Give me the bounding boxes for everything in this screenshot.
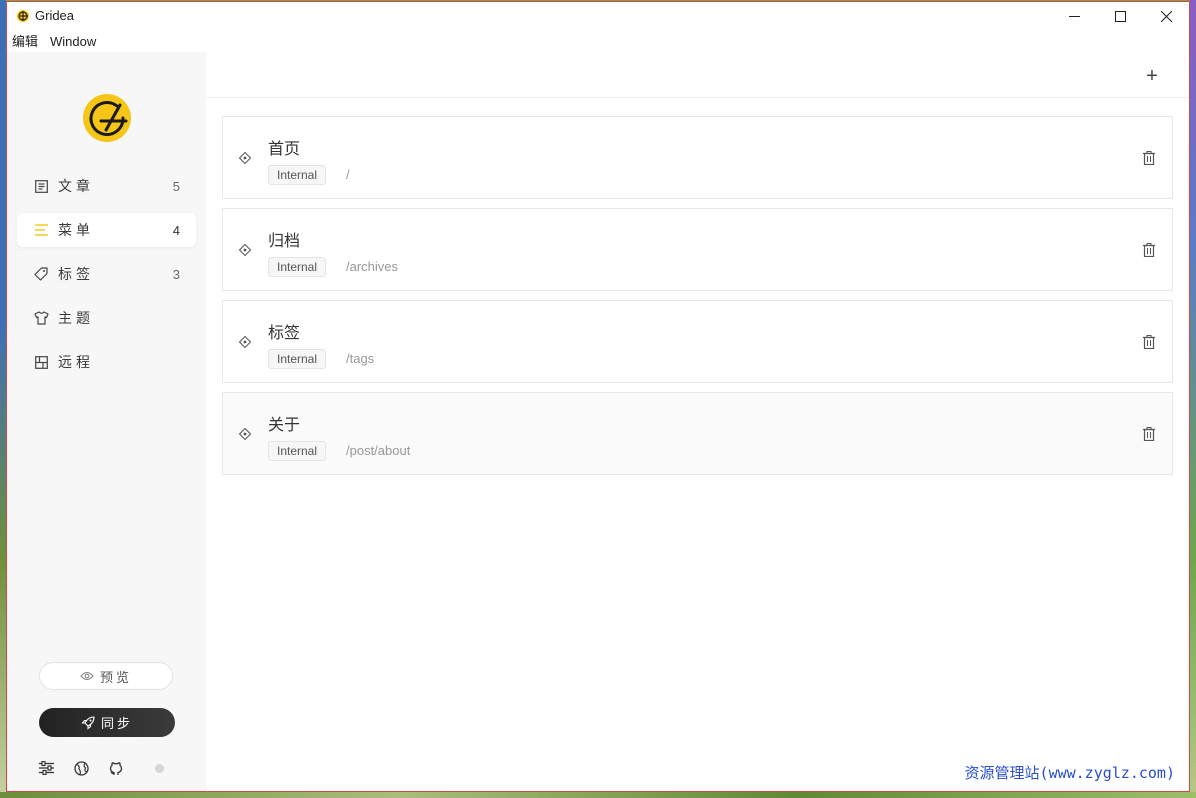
sidebar-item-theme[interactable]: 主题	[17, 301, 196, 335]
minimize-button[interactable]	[1051, 2, 1097, 30]
tag-icon	[33, 266, 49, 282]
menu-icon	[33, 222, 49, 238]
sidebar-item-count: 5	[172, 178, 180, 194]
desktop-background-bottom	[0, 792, 1196, 798]
trash-icon[interactable]	[1142, 243, 1156, 257]
preview-label: 预览	[99, 669, 132, 685]
desktop-background-right	[1190, 0, 1196, 798]
menu-name: 归档	[268, 233, 301, 250]
sidebar-item-label: 远程	[58, 354, 94, 370]
sync-label: 同步	[100, 716, 133, 731]
menu-type-badge: Internal	[268, 441, 327, 461]
document-icon	[33, 178, 49, 194]
trash-icon[interactable]	[1142, 427, 1156, 441]
tshirt-icon	[33, 310, 49, 326]
sync-button[interactable]: 同步	[39, 708, 175, 737]
menu-card[interactable]: 归档 Internal /archives	[222, 208, 1173, 291]
minimize-icon	[1068, 15, 1080, 17]
sidebar-item-count: 3	[172, 266, 180, 282]
sidebar-item-articles[interactable]: 文章 5	[17, 169, 196, 203]
menu-card[interactable]: 关于 Internal /post/about	[222, 392, 1173, 475]
menu-card[interactable]: 标签 Internal /tags	[222, 300, 1173, 383]
sidebar-footer	[37, 759, 164, 777]
menu-name: 关于	[268, 417, 301, 434]
maximize-button[interactable]	[1097, 2, 1143, 30]
close-button[interactable]	[1143, 2, 1189, 30]
trash-icon[interactable]	[1142, 335, 1156, 349]
menu-type-badge: Internal	[268, 165, 327, 185]
sidebar-item-menus[interactable]: 菜单 4	[17, 213, 196, 247]
drag-handle-icon[interactable]	[239, 428, 251, 440]
status-indicator	[155, 763, 164, 773]
globe-icon[interactable]	[72, 759, 90, 777]
sidebar-item-label: 标签	[58, 266, 94, 282]
menu-type-badge: Internal	[268, 349, 327, 369]
drag-handle-icon[interactable]	[239, 152, 251, 164]
menu-name: 首页	[268, 141, 301, 158]
plus-icon: +	[1146, 65, 1158, 87]
watermark-text: 资源管理站(www.zyglz.com)	[964, 764, 1175, 782]
menu-link: /post/about	[346, 443, 411, 458]
menu-card[interactable]: 首页 Internal /	[222, 116, 1173, 199]
menu-link: /	[346, 167, 350, 182]
trash-icon[interactable]	[1142, 151, 1156, 165]
github-icon[interactable]	[107, 759, 125, 777]
add-menu-button[interactable]: +	[1142, 66, 1162, 86]
menu-window[interactable]: Window	[50, 31, 96, 53]
eye-icon	[80, 671, 94, 681]
title-bar: Gridea	[7, 2, 1189, 30]
sidebar-item-tags[interactable]: 标签 3	[17, 257, 196, 291]
sidebar-item-remote[interactable]: 远程	[17, 345, 196, 379]
app-window: Gridea 编辑 Window 文章 5 菜单 4 标签 3 主题 远程 预览…	[6, 1, 1190, 792]
menu-type-badge: Internal	[268, 257, 327, 277]
main-content: + 首页 Internal / 归档 Internal /archives 标签…	[206, 52, 1189, 791]
rocket-icon	[81, 715, 95, 730]
settings-icon[interactable]	[37, 759, 55, 777]
menu-link: /archives	[346, 259, 399, 274]
sidebar-item-label: 文章	[58, 178, 94, 194]
gridea-app-icon	[17, 10, 29, 22]
window-title: Gridea	[35, 8, 75, 23]
sidebar-item-label: 主题	[58, 310, 94, 326]
menu-bar: 编辑 Window	[7, 31, 96, 53]
gridea-logo	[83, 94, 131, 142]
maximize-icon	[1114, 10, 1126, 22]
main-toolbar: +	[206, 52, 1189, 98]
sidebar: 文章 5 菜单 4 标签 3 主题 远程 预览 同步	[7, 52, 206, 791]
menu-edit[interactable]: 编辑	[12, 31, 38, 53]
drag-handle-icon[interactable]	[239, 244, 251, 256]
drag-handle-icon[interactable]	[239, 336, 251, 348]
menu-link: /tags	[346, 351, 375, 366]
sidebar-item-label: 菜单	[58, 222, 94, 238]
menu-name: 标签	[268, 325, 301, 342]
server-icon	[33, 354, 49, 370]
preview-button[interactable]: 预览	[39, 662, 173, 690]
sidebar-item-count: 4	[172, 222, 180, 238]
close-icon	[1160, 10, 1172, 22]
